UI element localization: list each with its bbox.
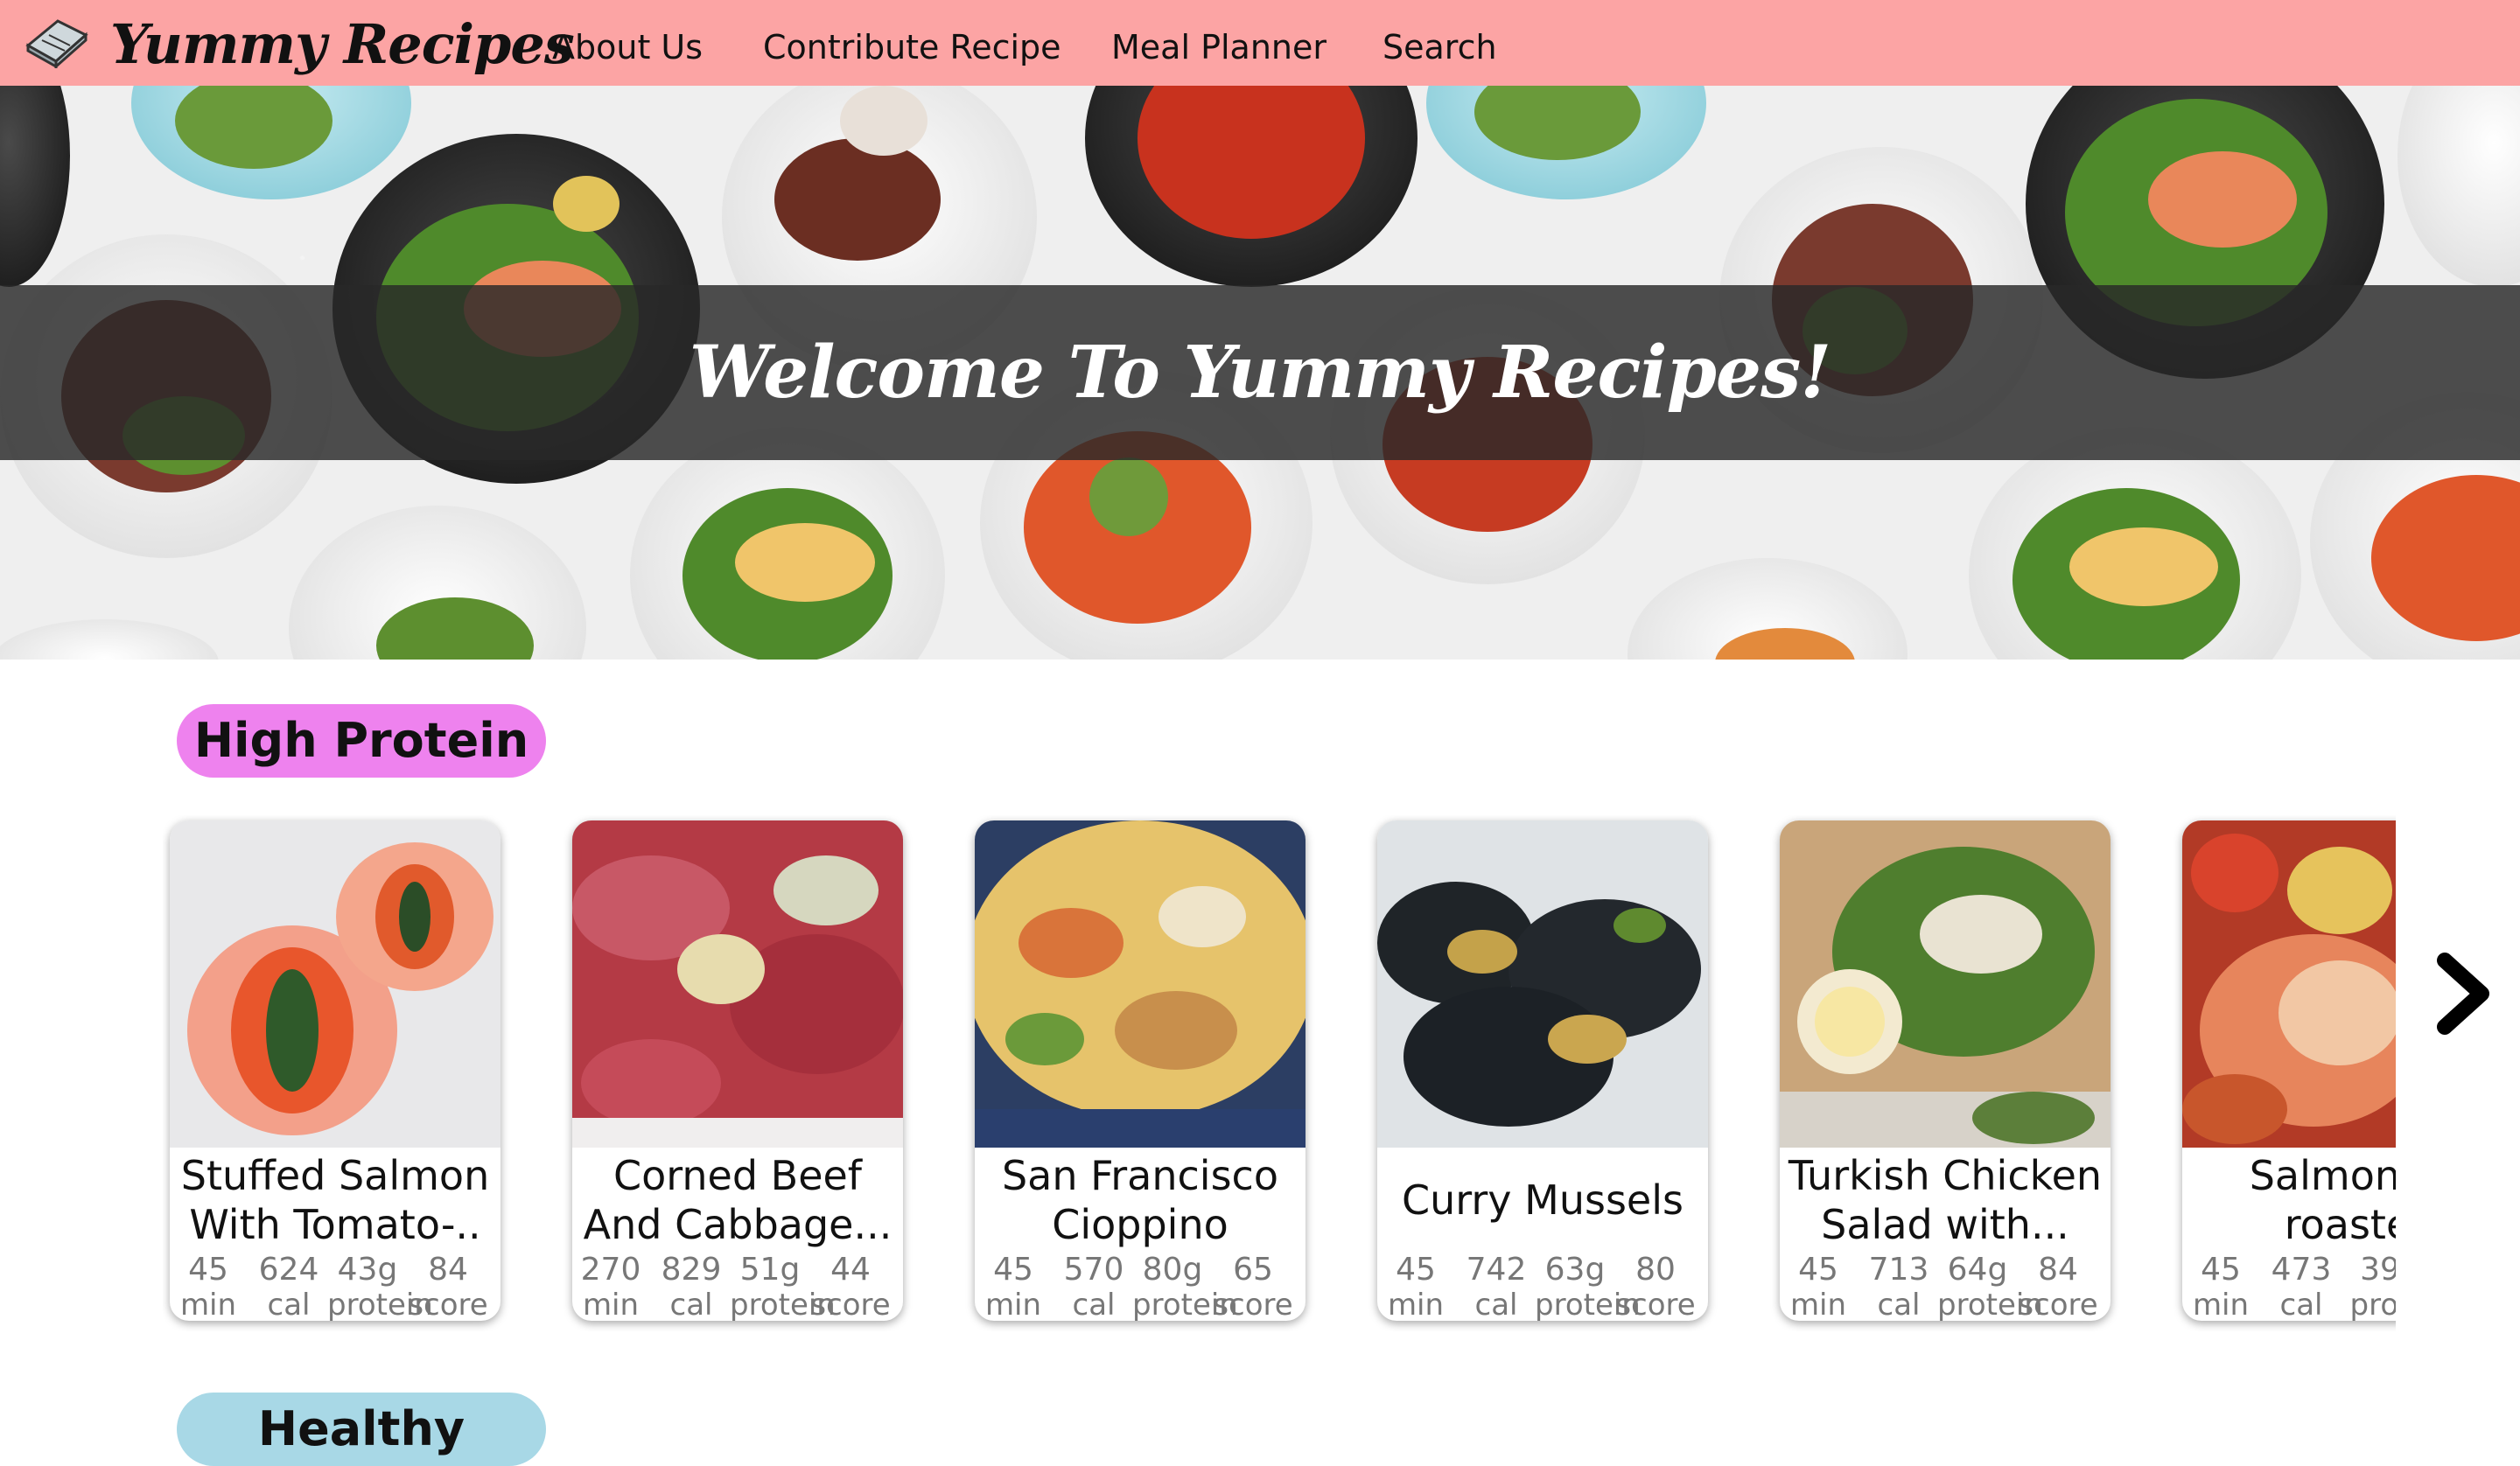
recipe-protein-unit: protein bbox=[730, 1288, 836, 1321]
recipe-card[interactable]: Corned Beef And Cabbage... 270 min 829 cal… bbox=[572, 820, 903, 1321]
recipe-card[interactable]: Curry Mussels 45 min 742 cal 63g protein 80… bbox=[1377, 820, 1708, 1321]
recipe-card[interactable]: Turkish Chicken Salad with... 45 min 713 c… bbox=[1780, 820, 2110, 1321]
recipe-calories: 570 bbox=[1063, 1252, 1124, 1288]
recipe-score-unit: score bbox=[810, 1288, 891, 1321]
recipe-score: 84 bbox=[2038, 1252, 2078, 1288]
chicken-salad-photo bbox=[1780, 820, 2110, 1148]
recipe-stats: 45 min 713 cal 64g protein 84 score bbox=[1780, 1252, 2110, 1322]
recipe-title: Corned Beef And Cabbage... bbox=[583, 1152, 892, 1248]
recipe-title: San Francisco Cioppino bbox=[1001, 1152, 1278, 1248]
recipe-stats: 45min 473cal 39prot bbox=[2182, 1252, 2396, 1322]
recipe-time-unit: min bbox=[1387, 1288, 1445, 1321]
recipe-score: 65 bbox=[1233, 1252, 1273, 1288]
recipe-card[interactable]: Stuffed Salmon With Tomato-.. 45 min 624 c… bbox=[170, 820, 500, 1321]
recipe-score-unit: score bbox=[1615, 1288, 1696, 1321]
recipe-time: 270 bbox=[580, 1252, 641, 1288]
recipe-time-unit: min bbox=[582, 1288, 640, 1321]
recipe-calories-unit: cal bbox=[1877, 1288, 1921, 1321]
recipe-stats: 270 min 829 cal 51g protein 44 score bbox=[572, 1252, 903, 1322]
recipe-calories-unit: cal bbox=[1072, 1288, 1116, 1321]
recipe-card[interactable]: San Francisco Cioppino 45 min 570 cal 80g p… bbox=[975, 820, 1306, 1321]
recipe-title: Turkish Chicken Salad with... bbox=[1788, 1152, 2103, 1248]
top-nav: Yummy Recipes About Us Contribute Recipe… bbox=[0, 0, 2520, 86]
recipe-time: 45 bbox=[993, 1252, 1033, 1288]
recipe-score-unit: score bbox=[2018, 1288, 2098, 1321]
recipe-calories-unit: cal bbox=[669, 1288, 713, 1321]
recipe-time: 45 bbox=[1798, 1252, 1838, 1288]
nav-link-about-us[interactable]: About Us bbox=[552, 23, 703, 72]
recipe-stats: 45 min 624 cal 43g protein 84 score bbox=[170, 1252, 500, 1322]
recipe-calories: 713 bbox=[1868, 1252, 1929, 1288]
recipe-calories: 624 bbox=[258, 1252, 319, 1288]
recipe-protein-unit: protein bbox=[1132, 1288, 1238, 1321]
recipe-protein: 80g bbox=[1142, 1252, 1203, 1288]
recipe-time-unit: min bbox=[2192, 1288, 2250, 1321]
hero-banner: Welcome To Yummy Recipes! bbox=[0, 86, 2520, 660]
recipe-score: 84 bbox=[428, 1252, 468, 1288]
recipe-calories: 473 bbox=[2271, 1252, 2332, 1288]
recipe-protein: 63g bbox=[1544, 1252, 1606, 1288]
mussels-photo bbox=[1377, 820, 1708, 1148]
section-title-healthy: Healthy bbox=[177, 1393, 546, 1466]
recipe-time-unit: min bbox=[984, 1288, 1042, 1321]
recipe-time-unit: min bbox=[179, 1288, 237, 1321]
chevron-right-icon[interactable] bbox=[2432, 952, 2494, 1036]
recipe-time-unit: min bbox=[1789, 1288, 1847, 1321]
recipe-score: 80 bbox=[1635, 1252, 1676, 1288]
recipe-title: Stuffed Salmon With Tomato-.. bbox=[180, 1152, 490, 1248]
recipe-title: Curry Mussels bbox=[1402, 1176, 1684, 1224]
corned-beef-photo bbox=[572, 820, 903, 1148]
recipe-calories: 742 bbox=[1466, 1252, 1527, 1288]
recipe-stats: 45 min 742 cal 63g protein 80 score bbox=[1377, 1252, 1708, 1322]
cioppino-photo bbox=[975, 820, 1306, 1148]
recipe-carousel: Stuffed Salmon With Tomato-.. 45 min 624 c… bbox=[163, 815, 2396, 1331]
recipe-time: 45 bbox=[1396, 1252, 1436, 1288]
recipe-stats: 45 min 570 cal 80g protein 65 score bbox=[975, 1252, 1306, 1322]
recipe-calories-unit: cal bbox=[1474, 1288, 1518, 1321]
recipe-protein-unit: protein bbox=[1535, 1288, 1641, 1321]
recipe-protein: 39 bbox=[2360, 1252, 2396, 1288]
nav-link-contribute-recipe[interactable]: Contribute Recipe bbox=[763, 23, 1061, 72]
recipe-calories: 829 bbox=[661, 1252, 722, 1288]
recipe-book-icon[interactable] bbox=[23, 16, 89, 68]
salmon-roasted-photo bbox=[2182, 820, 2396, 1148]
recipe-protein: 51g bbox=[739, 1252, 801, 1288]
recipe-time: 45 bbox=[188, 1252, 228, 1288]
recipe-calories-unit: cal bbox=[2279, 1288, 2323, 1321]
recipe-score-unit: score bbox=[1213, 1288, 1293, 1321]
nav-link-search[interactable]: Search bbox=[1382, 23, 1497, 72]
recipe-protein-unit: prot bbox=[2349, 1288, 2396, 1321]
hero-title: Welcome To Yummy Recipes! bbox=[689, 331, 1832, 415]
section-title-high-protein: High Protein bbox=[177, 704, 546, 778]
stuffed-salmon-photo bbox=[170, 820, 500, 1148]
recipe-calories-unit: cal bbox=[267, 1288, 311, 1321]
recipe-protein: 64g bbox=[1947, 1252, 2008, 1288]
recipe-title: Salmon w roaste bbox=[2249, 1152, 2396, 1248]
recipe-card[interactable]: Salmon w roaste 45min 473cal 39prot bbox=[2182, 820, 2396, 1321]
recipe-score-unit: score bbox=[408, 1288, 488, 1321]
recipe-protein: 43g bbox=[337, 1252, 398, 1288]
site-logo-text[interactable]: Yummy Recipes bbox=[110, 5, 575, 84]
recipe-protein-unit: protein bbox=[327, 1288, 433, 1321]
nav-link-meal-planner[interactable]: Meal Planner bbox=[1111, 23, 1326, 72]
recipe-protein-unit: protein bbox=[1937, 1288, 2043, 1321]
recipe-time: 45 bbox=[2201, 1252, 2241, 1288]
recipe-score: 44 bbox=[830, 1252, 871, 1288]
